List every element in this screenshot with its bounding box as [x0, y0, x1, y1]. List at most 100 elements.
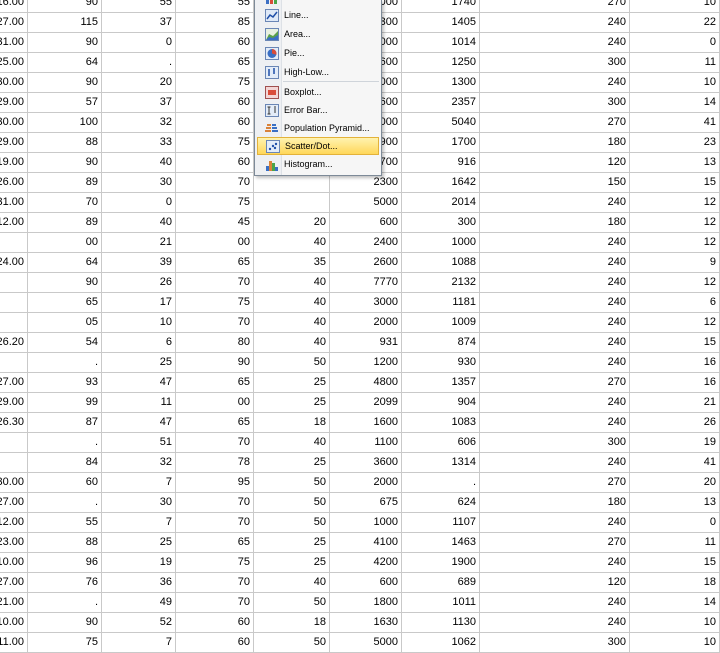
table-cell[interactable]: 180 — [480, 133, 630, 152]
table-cell[interactable] — [0, 233, 28, 252]
table-cell[interactable]: 6 — [630, 293, 720, 312]
table-cell[interactable]: 10 — [630, 633, 720, 652]
table-cell[interactable]: 1000 — [330, 513, 402, 532]
table-cell[interactable]: 65 — [28, 293, 102, 312]
table-row[interactable]: . 25 90 50 1200 930 240 16 — [0, 353, 720, 373]
table-cell[interactable] — [0, 293, 28, 312]
table-cell[interactable]: 904 — [402, 393, 480, 412]
table-cell[interactable]: 70 — [176, 513, 254, 532]
table-cell[interactable]: 6 — [102, 333, 176, 352]
table-cell[interactable]: 25 — [254, 533, 330, 552]
table-cell[interactable]: 84 — [28, 453, 102, 472]
table-cell[interactable]: 7770 — [330, 273, 402, 292]
table-cell[interactable]: 54 — [28, 333, 102, 352]
table-cell[interactable]: 25 — [102, 533, 176, 552]
table-cell[interactable]: 2600 — [330, 253, 402, 272]
table-cell[interactable]: 2099 — [330, 393, 402, 412]
table-cell[interactable]: 40 — [254, 573, 330, 592]
table-cell[interactable]: 55 — [102, 0, 176, 12]
menu-item-high-low-chart[interactable]: High-Low... — [257, 63, 379, 81]
table-cell[interactable]: 05 — [28, 313, 102, 332]
table-cell[interactable]: 90 — [176, 353, 254, 372]
table-cell[interactable]: 7 — [102, 633, 176, 652]
table-cell[interactable]: 65 — [176, 533, 254, 552]
table-cell[interactable]: 40 — [254, 273, 330, 292]
table-row[interactable]: 10.00961975254200190024015 — [0, 553, 720, 573]
table-cell[interactable]: 30.00 — [0, 73, 28, 92]
table-cell[interactable]: 85 — [176, 13, 254, 32]
table-cell[interactable]: 26.30 — [0, 413, 28, 432]
table-cell[interactable]: 1011 — [402, 593, 480, 612]
table-cell[interactable]: 13 — [630, 493, 720, 512]
table-cell[interactable]: 10 — [630, 613, 720, 632]
table-cell[interactable]: 600 — [330, 573, 402, 592]
table-cell[interactable]: 75 — [176, 293, 254, 312]
table-cell[interactable]: 1250 — [402, 53, 480, 72]
table-cell[interactable]: 240 — [480, 393, 630, 412]
table-cell[interactable]: 7 — [102, 513, 176, 532]
table-cell[interactable]: 1200 — [330, 353, 402, 372]
table-cell[interactable]: 89 — [28, 173, 102, 192]
table-row[interactable]: 65 17 75 40 3000 1181 240 6 — [0, 293, 720, 313]
table-cell[interactable]: 26 — [630, 413, 720, 432]
table-cell[interactable]: 40 — [102, 213, 176, 232]
table-cell[interactable]: 1642 — [402, 173, 480, 192]
table-cell[interactable]: 70 — [176, 433, 254, 452]
table-cell[interactable]: 1000 — [402, 233, 480, 252]
table-cell[interactable]: 5040 — [402, 113, 480, 132]
table-cell[interactable]: 75 — [176, 133, 254, 152]
table-cell[interactable]: 916 — [402, 153, 480, 172]
table-cell[interactable]: 930 — [402, 353, 480, 372]
table-cell[interactable]: 89 — [28, 213, 102, 232]
table-cell[interactable]: 10 — [630, 73, 720, 92]
menu-item-population-pyramid[interactable]: Population Pyramid... — [257, 119, 379, 137]
table-cell[interactable]: 300 — [480, 93, 630, 112]
table-cell[interactable]: 1630 — [330, 613, 402, 632]
table-cell[interactable]: 16 — [630, 353, 720, 372]
table-cell[interactable]: 75 — [176, 553, 254, 572]
table-cell[interactable]: 30.00 — [0, 113, 28, 132]
table-cell[interactable]: 300 — [480, 53, 630, 72]
table-cell[interactable]: 13 — [630, 153, 720, 172]
table-cell[interactable]: 270 — [480, 373, 630, 392]
table-cell[interactable]: 25 — [254, 553, 330, 572]
table-cell[interactable]: 95 — [176, 473, 254, 492]
table-cell[interactable]: 1405 — [402, 13, 480, 32]
table-cell[interactable]: 12 — [630, 313, 720, 332]
table-cell[interactable]: 90 — [28, 153, 102, 172]
table-cell[interactable]: 14 — [630, 93, 720, 112]
table-cell[interactable]: 1463 — [402, 533, 480, 552]
table-cell[interactable]: 12.00 — [0, 513, 28, 532]
table-cell[interactable]: 41 — [630, 453, 720, 472]
table-cell[interactable]: 35 — [254, 253, 330, 272]
table-cell[interactable]: 39 — [102, 253, 176, 272]
table-cell[interactable]: 4100 — [330, 533, 402, 552]
table-cell[interactable]: 10.00 — [0, 613, 28, 632]
table-row[interactable]: 31.0070075 5000201424012 — [0, 193, 720, 213]
table-cell[interactable]: 40 — [254, 313, 330, 332]
table-cell[interactable]: 65 — [176, 253, 254, 272]
table-cell[interactable]: 1009 — [402, 313, 480, 332]
table-cell[interactable]: 2000 — [330, 473, 402, 492]
table-row[interactable]: . 51 70 40 1100 606 300 19 — [0, 433, 720, 453]
table-cell[interactable]: 32 — [102, 113, 176, 132]
table-row[interactable]: 27.007636704060068912018 — [0, 573, 720, 593]
table-cell[interactable]: 300 — [402, 213, 480, 232]
table-cell[interactable]: 1300 — [402, 73, 480, 92]
table-cell[interactable]: 00 — [176, 393, 254, 412]
table-cell[interactable]: 25 — [254, 373, 330, 392]
table-cell[interactable]: 29.00 — [0, 393, 28, 412]
table-cell[interactable]: 40 — [254, 233, 330, 252]
table-cell[interactable]: 240 — [480, 33, 630, 52]
table-cell[interactable]: 30.00 — [0, 473, 28, 492]
table-cell[interactable]: 29.00 — [0, 133, 28, 152]
table-cell[interactable]: 76 — [28, 573, 102, 592]
table-cell[interactable]: . — [28, 593, 102, 612]
table-cell[interactable]: 60 — [176, 153, 254, 172]
table-cell[interactable]: 41 — [630, 113, 720, 132]
table-cell[interactable]: 675 — [330, 493, 402, 512]
table-cell[interactable]: 150 — [480, 173, 630, 192]
table-cell[interactable]: 270 — [480, 113, 630, 132]
table-cell[interactable]: 11 — [630, 533, 720, 552]
table-cell[interactable]: 240 — [480, 613, 630, 632]
